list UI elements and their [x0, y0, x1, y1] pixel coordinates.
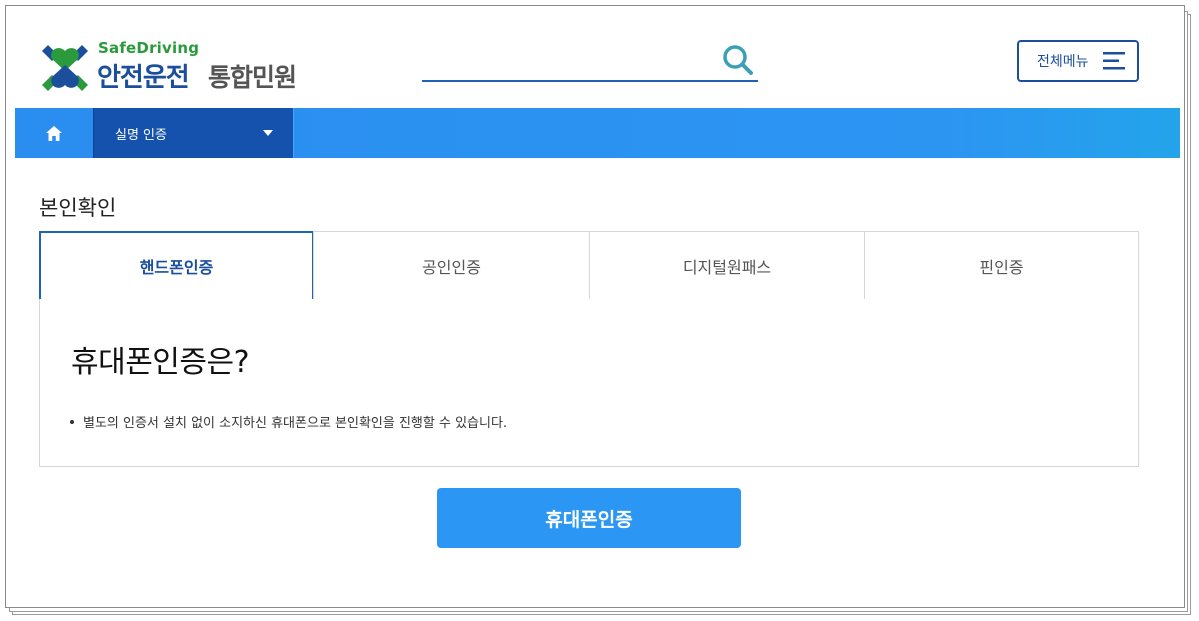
auth-method-tabs: 핸드폰인증 공인인증 디지털원패스 핀인증	[39, 231, 1139, 301]
home-icon	[46, 125, 62, 141]
list-item-text: 별도의 인증서 설치 없이 소지하신 휴대폰으로 본인확인을 진행할 수 있습니…	[83, 416, 508, 431]
caret-down-icon	[263, 130, 273, 136]
tab-digital-onepass[interactable]: 디지털원패스	[589, 231, 865, 301]
panel-heading: 휴대폰인증은?	[71, 345, 250, 380]
logo-title: 안전운전	[97, 63, 190, 93]
home-button[interactable]	[15, 108, 93, 158]
tab-panel: 휴대폰인증은? 별도의 인증서 설치 없이 소지하신 휴대폰으로 본인확인을 진…	[39, 299, 1139, 467]
page-window: SafeDriving 안전운전 통합민원 전체메뉴 실명 인증 본인확인 핸드…	[5, 5, 1185, 608]
tab-phone-auth[interactable]: 핸드폰인증	[39, 231, 314, 301]
navigation-bar: 실명 인증	[15, 108, 1180, 158]
tab-pin-auth[interactable]: 핀인증	[864, 231, 1139, 301]
tab-certificate-auth[interactable]: 공인인증	[313, 231, 590, 301]
bullet-icon	[70, 419, 74, 424]
all-menu-button[interactable]: 전체메뉴	[1017, 40, 1139, 82]
all-menu-label: 전체메뉴	[1037, 54, 1089, 70]
phone-auth-button[interactable]: 휴대폰인증	[437, 488, 741, 548]
hamburger-menu-icon	[1103, 52, 1125, 70]
breadcrumb-dropdown[interactable]: 실명 인증	[93, 108, 294, 158]
search-bar	[422, 42, 758, 82]
page-title: 본인확인	[39, 196, 117, 220]
search-icon[interactable]	[720, 42, 756, 78]
logo-title-suffix: 통합민원	[208, 63, 297, 92]
logo-subtitle: SafeDriving	[98, 39, 200, 57]
list-item: 별도의 인증서 설치 없이 소지하신 휴대폰으로 본인확인을 진행할 수 있습니…	[70, 412, 507, 431]
search-input[interactable]	[422, 42, 712, 78]
logo-mark-icon	[42, 45, 88, 91]
breadcrumb-label: 실명 인증	[115, 127, 167, 143]
